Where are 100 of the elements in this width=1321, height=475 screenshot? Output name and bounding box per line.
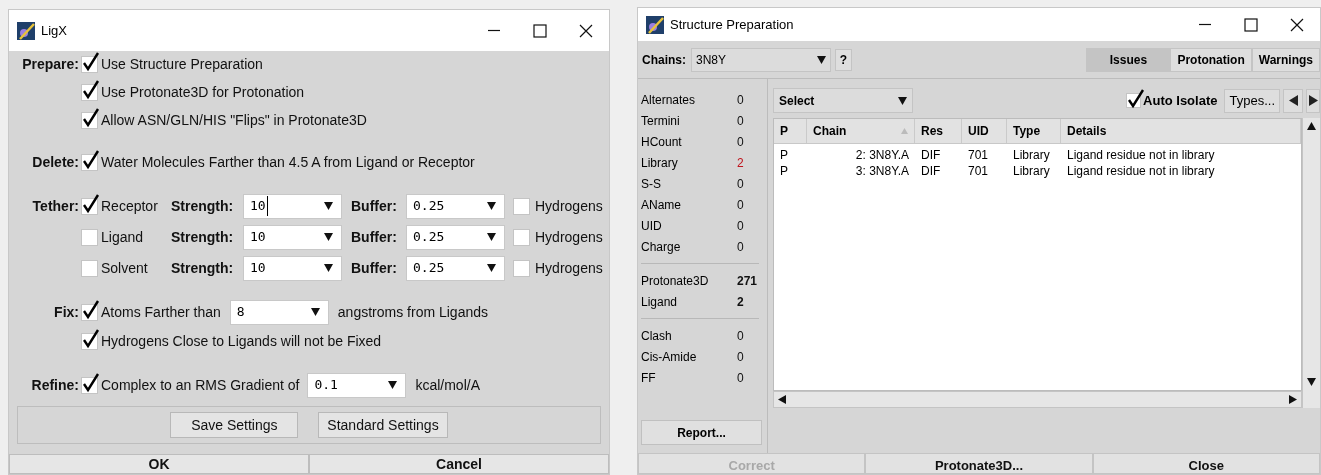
stat-label: HCount	[641, 133, 683, 151]
stat-value: 0	[737, 196, 744, 214]
stat-label: Library	[641, 154, 679, 172]
maximize-icon	[1244, 17, 1258, 32]
dialog-button[interactable]: Close	[1092, 453, 1320, 474]
column-header[interactable]: Details	[1061, 119, 1301, 143]
app-logo-icon	[646, 15, 664, 34]
checkbox[interactable]	[81, 376, 98, 394]
vertical-scrollbar[interactable]	[1302, 118, 1320, 408]
strength-dropdown[interactable]: 10	[243, 255, 342, 281]
option-suffix: angstroms from Ligands	[337, 302, 488, 322]
checkbox[interactable]	[81, 228, 98, 246]
next-button[interactable]	[1306, 88, 1320, 113]
down-arrow-icon[interactable]	[1307, 378, 1316, 386]
field-value: 10	[250, 228, 267, 247]
checkbox[interactable]	[81, 303, 98, 321]
field-label: Strength:	[171, 196, 235, 216]
checkbox[interactable]	[81, 197, 98, 215]
column-header[interactable]: UID	[962, 119, 1007, 143]
section-label: Tether:	[32, 196, 79, 216]
checkbox[interactable]	[513, 259, 530, 277]
option-label: Solvent	[101, 258, 149, 278]
field-label: Buffer:	[351, 227, 398, 247]
up-arrow-icon[interactable]	[1307, 122, 1316, 130]
section-label: Delete:	[32, 152, 79, 172]
column-header[interactable]: Chain	[807, 119, 915, 143]
caret-icon	[817, 55, 826, 64]
buffer-dropdown[interactable]: 0.25	[406, 224, 505, 250]
app-logo-icon	[17, 21, 35, 40]
caret-icon	[310, 308, 320, 316]
close-icon	[1290, 17, 1304, 32]
stat-value: 2	[737, 154, 744, 172]
column-header[interactable]: Type	[1007, 119, 1061, 143]
right-arrow-icon	[1309, 95, 1318, 106]
option-label: Hydrogens	[535, 227, 603, 247]
option-label: Use Protonate3D for Protonation	[101, 82, 305, 102]
checkbox[interactable]	[81, 55, 98, 73]
buffer-dropdown[interactable]: 0.25	[406, 255, 505, 281]
right-arrow-icon[interactable]	[1289, 395, 1297, 404]
table-cell-text: DIF	[920, 163, 942, 180]
select-dropdown[interactable]: Select	[773, 88, 913, 113]
distance-dropdown[interactable]: 8	[229, 299, 329, 325]
stat-value: 0	[737, 91, 744, 109]
left-arrow-icon[interactable]	[778, 395, 786, 404]
checkbox[interactable]	[81, 153, 98, 171]
close-icon	[579, 23, 593, 38]
table-cell-text: DIF	[920, 147, 942, 164]
section-label: Refine:	[31, 375, 79, 395]
stat-label: AName	[641, 196, 682, 214]
table-cell-text: 2: 3N8Y.A	[854, 147, 910, 164]
table-cell-text: P	[779, 147, 789, 164]
buffer-dropdown[interactable]: 0.25	[406, 193, 505, 219]
caret-icon	[388, 381, 398, 389]
tab[interactable]: Warnings	[1251, 47, 1320, 72]
types-button[interactable]: Types...	[1224, 88, 1280, 113]
window-title: Structure Preparation	[670, 15, 795, 34]
settings-button[interactable]: Save Settings	[170, 412, 299, 438]
stat-value: 271	[737, 272, 758, 290]
checkbox[interactable]	[81, 111, 98, 129]
report-button[interactable]: Report...	[641, 420, 762, 445]
minimize-icon	[1198, 23, 1212, 26]
stat-label: Cis-Amide	[641, 348, 698, 366]
checkbox[interactable]	[513, 228, 530, 246]
checkbox[interactable]	[81, 83, 98, 101]
caret-icon	[487, 233, 496, 241]
stat-value: 0	[737, 327, 744, 345]
table-cell-text: 701	[967, 163, 990, 180]
dialog-button[interactable]: Cancel	[309, 454, 609, 474]
previous-button[interactable]	[1283, 88, 1303, 113]
option-label: Hydrogens Close to Ligands will not be Fixed	[101, 331, 382, 351]
stat-label: Protonate3D	[641, 272, 710, 290]
option-label: Allow ASN/GLN/HIS "Flips" in Protonate3D	[101, 110, 367, 130]
dialog-button[interactable]: OK	[9, 454, 309, 474]
tab[interactable]: Protonation	[1170, 47, 1252, 72]
horizontal-scrollbar[interactable]	[773, 391, 1302, 408]
settings-button[interactable]: Standard Settings	[318, 412, 448, 438]
checkbox[interactable]	[513, 197, 530, 215]
window-title: LigX	[41, 21, 69, 40]
column-header[interactable]: P	[774, 119, 807, 143]
checkbox[interactable]	[81, 332, 98, 350]
stat-label: Clash	[641, 327, 673, 345]
stat-label: FF	[641, 369, 657, 387]
caret-icon	[324, 202, 333, 210]
gradient-dropdown[interactable]: 0.1	[307, 372, 407, 398]
tab[interactable]: Issues	[1086, 47, 1171, 72]
option-label: Water Molecules Farther than 4.5 A from Ligand or Receptor	[101, 152, 475, 172]
option-suffix: kcal/mol/A	[415, 375, 480, 395]
option-label: Atoms Farther than	[101, 302, 221, 322]
checkbox[interactable]	[81, 259, 98, 277]
dialog-button[interactable]: Protonate3D...	[865, 453, 1093, 474]
caret-icon	[324, 233, 333, 241]
field-value: 10	[250, 196, 268, 216]
left-arrow-icon	[1288, 95, 1298, 106]
stat-value: 0	[737, 217, 744, 235]
strength-dropdown[interactable]: 10	[243, 193, 342, 219]
column-header[interactable]: Res	[915, 119, 962, 143]
chains-dropdown[interactable]: 3N8Y	[691, 47, 831, 72]
help-button[interactable]: ?	[835, 48, 852, 71]
strength-dropdown[interactable]: 10	[243, 224, 342, 250]
sort-icon	[901, 128, 908, 134]
